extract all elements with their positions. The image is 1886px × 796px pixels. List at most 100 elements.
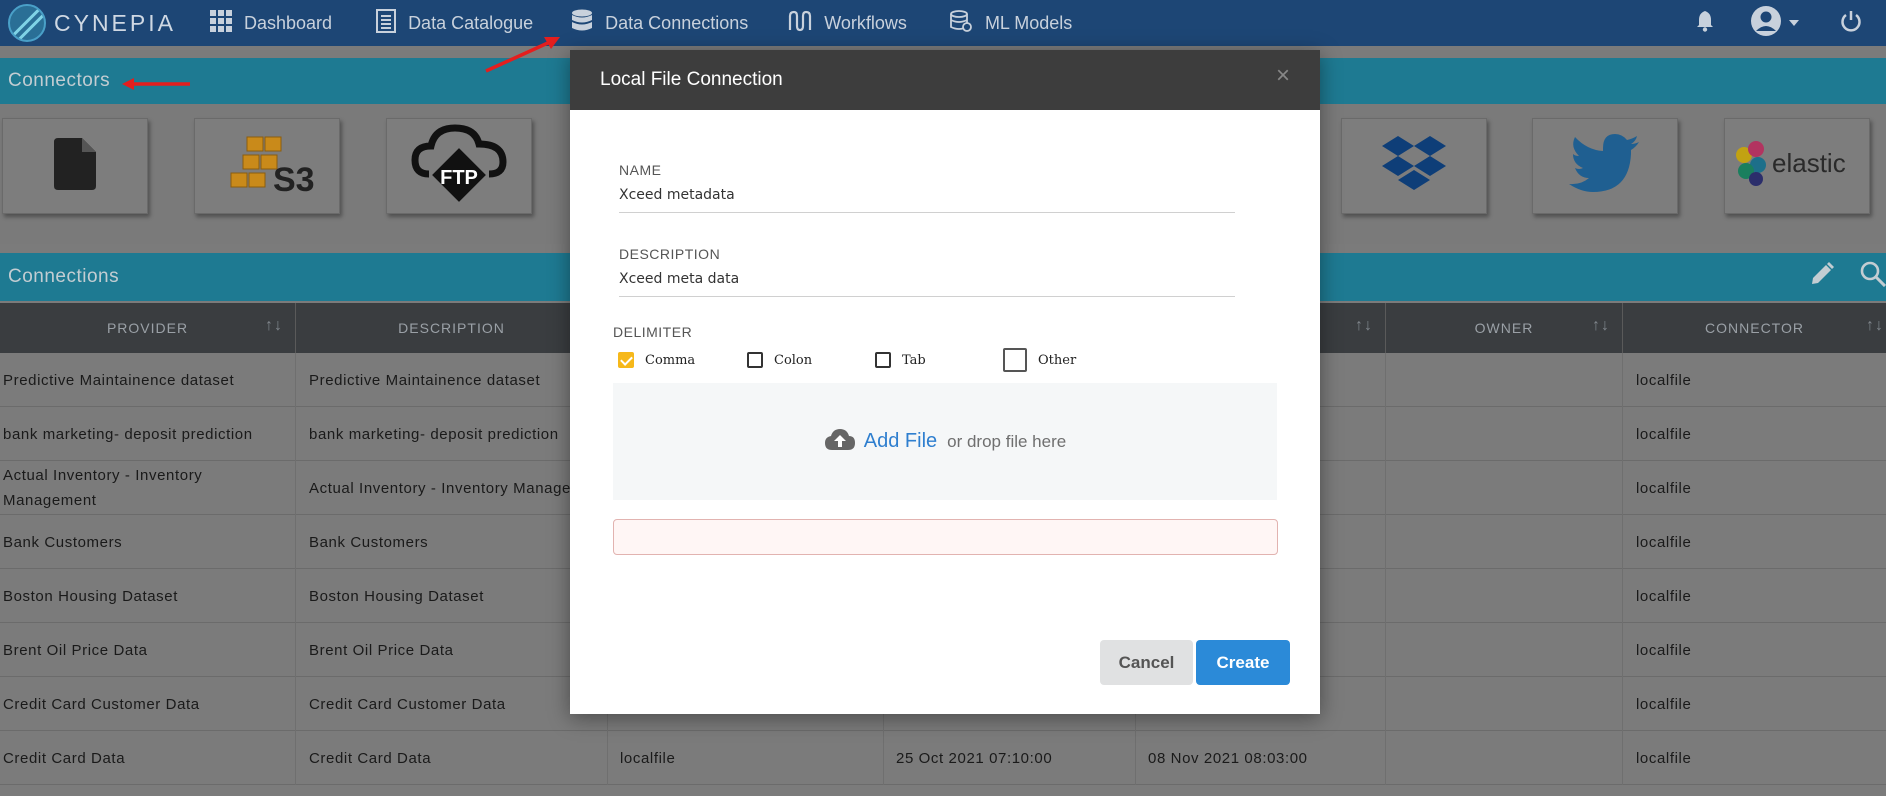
cell-connector: localfile [1636, 587, 1692, 605]
description-label: DESCRIPTION [619, 246, 721, 262]
cell-description: Bank Customers [296, 515, 608, 569]
cell-owner [1386, 731, 1623, 785]
cell-created: 25 Oct 2021 07:10:00 [884, 731, 1136, 785]
nav-item-ml-models[interactable]: ML Models [949, 0, 1072, 46]
cell-description: Credit Card Customer Data [296, 677, 608, 731]
connector-tile-s3[interactable]: S3 [194, 118, 340, 214]
elastic-wordmark: elastic [1772, 148, 1846, 178]
workflow-icon [788, 10, 812, 37]
brand[interactable]: CYNEPIA [8, 4, 198, 42]
delimiter-label: DELIMITER [613, 324, 693, 340]
caret-down-icon[interactable] [1788, 14, 1800, 32]
column-header-owner[interactable]: OWNER ↑↓ [1386, 303, 1623, 353]
cell-provider: Bank Customers [0, 515, 296, 569]
error-message-box [613, 519, 1278, 555]
cell-provider: Predictive Maintainence dataset [0, 353, 296, 407]
cell-owner [1386, 623, 1623, 677]
description-input[interactable]: Xceed meta data [619, 271, 1235, 296]
cell-owner [1386, 569, 1623, 623]
cell-connector: localfile [1636, 371, 1692, 389]
database-icon [571, 9, 593, 38]
cell-provider: Credit Card Customer Data [0, 677, 296, 731]
cell-owner [1386, 515, 1623, 569]
nav-item-dashboard[interactable]: Dashboard [210, 0, 332, 46]
cell-modified: 08 Nov 2021 08:03:00 [1136, 731, 1386, 785]
cell-owner [1386, 407, 1623, 461]
local-file-connection-modal: Local File Connection × NAME Xceed metad… [570, 50, 1320, 714]
create-button[interactable]: Create [1196, 640, 1290, 685]
close-icon[interactable]: × [1276, 62, 1290, 90]
cell-connector: localfile [1636, 695, 1692, 713]
connector-tile-twitter[interactable] [1532, 118, 1678, 214]
brand-name: CYNEPIA [54, 9, 176, 36]
grid-icon [210, 9, 232, 37]
power-icon[interactable] [1840, 10, 1862, 37]
option-label: Tab [902, 352, 926, 368]
cell-description: Boston Housing Dataset [296, 569, 608, 623]
sort-icon[interactable]: ↑↓ [1592, 317, 1610, 335]
connector-tile-elastic[interactable]: elastic [1724, 118, 1870, 214]
svg-text:S3: S3 [273, 161, 315, 199]
connections-tools [1810, 253, 1886, 301]
modal-header: Local File Connection × [570, 50, 1320, 110]
delimiter-option-tab[interactable]: Tab [875, 346, 926, 374]
connector-tile-ftp[interactable]: FTP [386, 118, 532, 214]
connector-tile-local-file[interactable] [2, 118, 148, 214]
modal-title: Local File Connection [600, 69, 783, 90]
name-field[interactable]: NAME Xceed metadata [619, 162, 1235, 213]
cell-description: Brent Oil Price Data [296, 623, 608, 677]
bell-icon[interactable] [1696, 10, 1714, 37]
cell-provider: Brent Oil Price Data [0, 623, 296, 677]
connections-title: Connections [8, 266, 120, 287]
sort-icon[interactable]: ↑↓ [1866, 317, 1884, 335]
nav-label: Workflows [824, 12, 907, 33]
table-row[interactable]: Credit Card Data Credit Card Data localf… [0, 731, 1886, 785]
nav-label: Data Connections [605, 12, 749, 33]
column-header-description[interactable]: DESCRIPTION [296, 303, 608, 353]
cell-provider: bank marketing- deposit prediction [0, 407, 296, 461]
nav-item-workflows[interactable]: Workflows [788, 0, 907, 46]
delimiter-option-colon[interactable]: Colon [747, 346, 812, 374]
cell-owner [1386, 677, 1623, 731]
file-dropzone[interactable]: Add File or drop file here [613, 383, 1277, 500]
nav-label: ML Models [984, 12, 1073, 33]
column-header-connector[interactable]: CONNECTOR ↑↓ [1623, 303, 1886, 353]
cell-provider: Boston Housing Dataset [0, 569, 296, 623]
cell-owner [1386, 461, 1623, 515]
column-label: PROVIDER [106, 320, 189, 336]
column-label: OWNER [1474, 320, 1534, 336]
cell-connector: localfile [1636, 425, 1692, 443]
cell-provider: Actual Inventory - Inventory Management [0, 461, 296, 515]
cloud-upload-icon [824, 427, 856, 456]
description-field[interactable]: DESCRIPTION Xceed meta data [619, 246, 1235, 297]
cell-connector: localfile [1636, 479, 1692, 497]
delimiter-options: Comma Colon Tab Other [618, 346, 1218, 374]
search-icon[interactable] [1860, 261, 1886, 293]
sort-icon[interactable]: ↑↓ [265, 317, 283, 335]
top-navbar: CYNEPIA Dashboard Data Catalogue Data Co… [0, 0, 1886, 46]
cell-description: Credit Card Data [296, 731, 608, 785]
twitter-icon [1569, 133, 1641, 199]
nav-item-data-connections[interactable]: Data Connections [571, 0, 748, 46]
checkbox-checked[interactable] [618, 352, 634, 368]
checkbox[interactable] [875, 352, 891, 368]
nav-right-tools [1696, 0, 1886, 46]
checkbox[interactable] [1003, 348, 1027, 372]
checkbox[interactable] [747, 352, 763, 368]
delimiter-option-comma[interactable]: Comma [618, 346, 695, 374]
cell-type: localfile [608, 731, 884, 785]
cancel-button[interactable]: Cancel [1100, 640, 1193, 685]
option-label: Colon [774, 352, 813, 368]
delimiter-option-other[interactable]: Other [1003, 346, 1076, 374]
cell-connector: localfile [1636, 641, 1692, 659]
sort-icon[interactable]: ↑↓ [1355, 317, 1373, 335]
name-input[interactable]: Xceed metadata [619, 187, 1235, 212]
connector-tile-dropbox[interactable] [1341, 118, 1487, 214]
nav-item-data-catalogue[interactable]: Data Catalogue [376, 0, 533, 46]
user-icon[interactable] [1750, 5, 1782, 42]
cell-description: Actual Inventory - Inventory Management [296, 461, 608, 515]
column-header-provider[interactable]: PROVIDER ↑↓ [0, 303, 296, 353]
edit-icon[interactable] [1810, 262, 1834, 292]
add-file-link[interactable]: Add File [864, 430, 937, 453]
cell-provider: Credit Card Data [0, 731, 296, 785]
